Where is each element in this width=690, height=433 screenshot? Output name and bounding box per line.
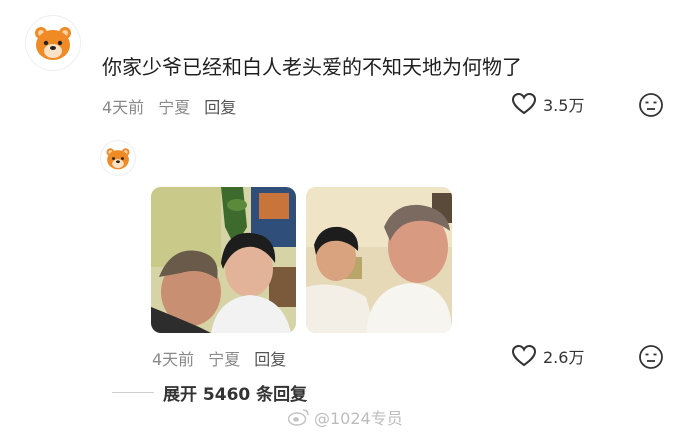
selfie-photo xyxy=(151,187,296,333)
reply-like-count: 2.6万 xyxy=(543,348,585,367)
comment-location: 宁夏 xyxy=(158,98,191,117)
reply-reply-button[interactable]: 回复 xyxy=(254,350,286,369)
comment-reply-button[interactable]: 回复 xyxy=(204,98,236,117)
reply-photo-2[interactable] xyxy=(306,187,452,333)
reply-meta: 4天前 宁夏 回复 xyxy=(152,346,286,370)
heart-outline-icon xyxy=(511,344,537,367)
heart-outline-icon xyxy=(511,92,537,115)
reply-time: 4天前 xyxy=(152,350,195,369)
watermark: @1024专员 xyxy=(288,405,403,429)
reply-like-button[interactable]: 2.6万 xyxy=(511,344,584,368)
meh-face-icon xyxy=(639,93,663,117)
selfie-photo xyxy=(306,187,452,333)
reply-location: 宁夏 xyxy=(208,350,241,369)
replier-avatar[interactable] xyxy=(101,141,135,175)
reply-dislike-button[interactable] xyxy=(638,344,664,374)
comment-dislike-button[interactable] xyxy=(638,92,664,122)
meh-face-icon xyxy=(639,345,663,369)
bear-avatar-icon xyxy=(35,27,71,60)
expand-replies-button[interactable]: 展开 5460 条回复 xyxy=(163,380,307,405)
comment-like-button[interactable]: 3.5万 xyxy=(511,92,584,116)
comment-time: 4天前 xyxy=(102,98,145,117)
commenter-avatar[interactable] xyxy=(26,16,80,70)
reply-photo-1[interactable] xyxy=(151,187,296,333)
bear-avatar-icon xyxy=(106,147,130,169)
watermark-text: @1024专员 xyxy=(314,409,403,428)
comment-text: 你家少爷已经和白人老头爱的不知天地为何物了 xyxy=(102,55,522,79)
comment-meta: 4天前 宁夏 回复 xyxy=(102,94,236,118)
weibo-logo-icon xyxy=(288,409,309,426)
comment-like-count: 3.5万 xyxy=(543,96,585,115)
expand-divider xyxy=(112,392,154,393)
